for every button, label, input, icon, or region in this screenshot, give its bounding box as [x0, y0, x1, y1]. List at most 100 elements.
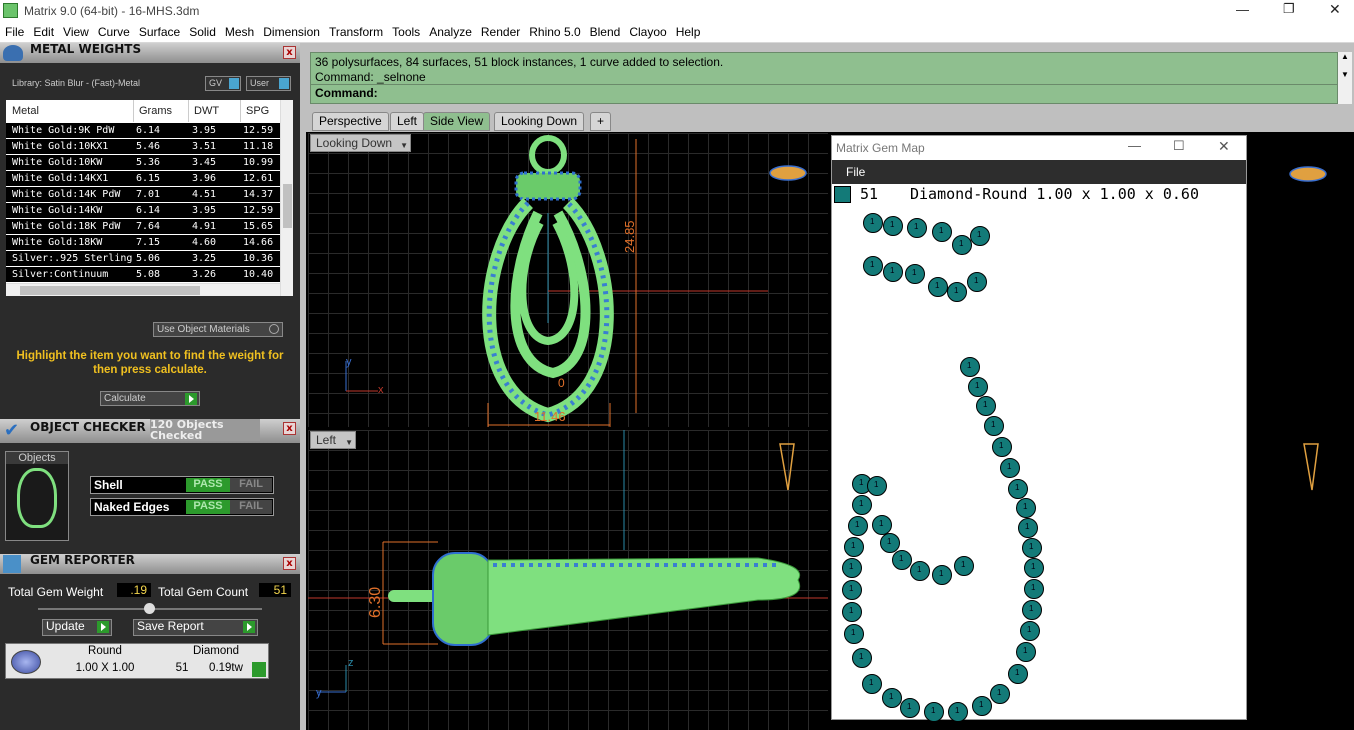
gem-marker[interactable] — [1022, 600, 1042, 620]
gem-marker[interactable] — [1024, 579, 1044, 599]
gem-marker[interactable] — [883, 262, 903, 282]
col-grams[interactable]: Grams — [134, 100, 189, 122]
gem-marker[interactable] — [892, 550, 912, 570]
table-row[interactable]: White Gold:18KW 7.15 4.60 14.66 — [6, 234, 293, 250]
gem-marker[interactable] — [900, 698, 920, 718]
table-row[interactable]: White Gold:14KX1 6.15 3.96 12.61 — [6, 170, 293, 186]
menu-rhino-5-0[interactable]: Rhino 5.0 — [524, 22, 584, 39]
gem-marker[interactable] — [842, 558, 862, 578]
gem-marker[interactable] — [1018, 518, 1038, 538]
object-thumbnail[interactable] — [17, 468, 57, 528]
gem-marker[interactable] — [863, 256, 883, 276]
save-report-button[interactable]: Save Report — [133, 619, 258, 636]
table-row[interactable]: White Gold:14KW 6.14 3.95 12.59 — [6, 202, 293, 218]
gem-marker[interactable] — [967, 272, 987, 292]
table-row[interactable]: Silver:Continuum 5.08 3.26 10.40 — [6, 266, 293, 282]
gem-reporter-close-icon[interactable]: x — [283, 557, 296, 570]
tab-looking-down[interactable]: Looking Down — [494, 112, 585, 131]
gem-marker[interactable] — [852, 495, 872, 515]
gem-marker[interactable] — [960, 357, 980, 377]
menu-help[interactable]: Help — [671, 22, 705, 39]
gem-map-file-menu[interactable]: File — [846, 165, 865, 179]
gem-marker[interactable] — [1000, 458, 1020, 478]
menu-curve[interactable]: Curve — [93, 22, 134, 39]
col-spg[interactable]: SPG — [241, 100, 275, 122]
gem-marker[interactable] — [905, 264, 925, 284]
gem-marker[interactable] — [1016, 642, 1036, 662]
menu-dimension[interactable]: Dimension — [258, 22, 324, 39]
tab-perspective[interactable]: Perspective — [312, 112, 389, 131]
gem-marker[interactable] — [1008, 664, 1028, 684]
gem-marker[interactable] — [970, 226, 990, 246]
gem-marker[interactable] — [968, 377, 988, 397]
gem-marker[interactable] — [952, 235, 972, 255]
calculate-button[interactable]: Calculate — [100, 391, 200, 406]
gem-marker[interactable] — [883, 216, 903, 236]
tab-left[interactable]: Left — [390, 112, 425, 131]
gem-marker[interactable] — [1008, 479, 1028, 499]
viewport-right-top[interactable] — [1248, 133, 1354, 427]
gem-marker[interactable] — [928, 277, 948, 297]
table-row[interactable]: White Gold:18K PdW 7.64 4.91 15.65 — [6, 218, 293, 234]
metal-weights-close-icon[interactable]: x — [283, 46, 296, 59]
menu-analyze[interactable]: Analyze — [424, 22, 476, 39]
gem-map-close-button[interactable]: ✕ — [1218, 138, 1230, 155]
gem-marker[interactable] — [842, 580, 862, 600]
use-object-materials-toggle[interactable]: Use Object Materials — [153, 322, 283, 337]
gem-marker[interactable] — [984, 416, 1004, 436]
minimize-button[interactable]: — — [1236, 2, 1249, 17]
gem-marker[interactable] — [932, 222, 952, 242]
menu-surface[interactable]: Surface — [134, 22, 184, 39]
viewport-right-bottom[interactable] — [1248, 430, 1354, 730]
menu-clayoo[interactable]: Clayoo — [624, 22, 670, 39]
gem-marker[interactable] — [972, 696, 992, 716]
menu-blend[interactable]: Blend — [585, 22, 625, 39]
gem-marker[interactable] — [932, 565, 952, 585]
menu-edit[interactable]: Edit — [28, 22, 58, 39]
user-toggle[interactable]: User — [246, 76, 291, 91]
gem-marker[interactable] — [910, 561, 930, 581]
gem-marker[interactable] — [844, 624, 864, 644]
object-checker-close-icon[interactable]: x — [283, 422, 296, 435]
gem-marker[interactable] — [1016, 498, 1036, 518]
table-row[interactable]: White Gold:9K PdW 6.14 3.95 12.59 — [6, 122, 293, 138]
gem-marker[interactable] — [948, 702, 968, 722]
gem-marker[interactable] — [947, 282, 967, 302]
menu-transform[interactable]: Transform — [324, 22, 387, 39]
gem-marker[interactable] — [867, 476, 887, 496]
gem-marker[interactable] — [844, 537, 864, 557]
gem-row-arrow-icon[interactable] — [252, 662, 266, 677]
gem-marker[interactable] — [992, 437, 1012, 457]
table-scrollbar-v[interactable] — [280, 100, 293, 296]
table-row[interactable]: Silver:.925 Sterling 5.06 3.25 10.36 — [6, 250, 293, 266]
tab-add[interactable]: + — [590, 112, 612, 131]
command-prompt[interactable]: Command: — [311, 84, 1337, 101]
gem-marker[interactable] — [848, 516, 868, 536]
gv-toggle[interactable]: GV — [205, 76, 241, 91]
table-row[interactable]: White Gold:14K PdW 7.01 4.51 14.37 — [6, 186, 293, 202]
gem-marker[interactable] — [1022, 538, 1042, 558]
gem-marker[interactable] — [1024, 558, 1044, 578]
gem-map-maximize-button[interactable]: ☐ — [1173, 138, 1185, 154]
table-row[interactable]: White Gold:10KW 5.36 3.45 10.99 — [6, 154, 293, 170]
menu-render[interactable]: Render — [476, 22, 524, 39]
close-button[interactable]: ✕ — [1329, 1, 1341, 18]
menu-view[interactable]: View — [58, 22, 93, 39]
command-scrollbar[interactable]: ▲ ▼ — [1338, 52, 1352, 104]
maximize-button[interactable]: ❐ — [1283, 1, 1295, 17]
gem-marker[interactable] — [882, 688, 902, 708]
gem-marker[interactable] — [954, 556, 974, 576]
gem-marker[interactable] — [842, 602, 862, 622]
gem-marker[interactable] — [852, 648, 872, 668]
gem-marker[interactable] — [924, 702, 944, 722]
gem-marker[interactable] — [990, 684, 1010, 704]
menu-file[interactable]: File — [0, 22, 28, 39]
table-row[interactable]: White Gold:10KX1 5.46 3.51 11.18 — [6, 138, 293, 154]
viewport-looking-down[interactable]: Looking Down ▼ 24.85 11.46 0 y x — [308, 133, 828, 427]
gem-slider[interactable] — [38, 603, 262, 614]
col-dwt[interactable]: DWT — [189, 100, 241, 122]
gem-marker[interactable] — [863, 213, 883, 233]
gem-marker[interactable] — [862, 674, 882, 694]
col-metal[interactable]: Metal — [6, 100, 134, 122]
tab-side-view[interactable]: Side View — [423, 112, 491, 131]
